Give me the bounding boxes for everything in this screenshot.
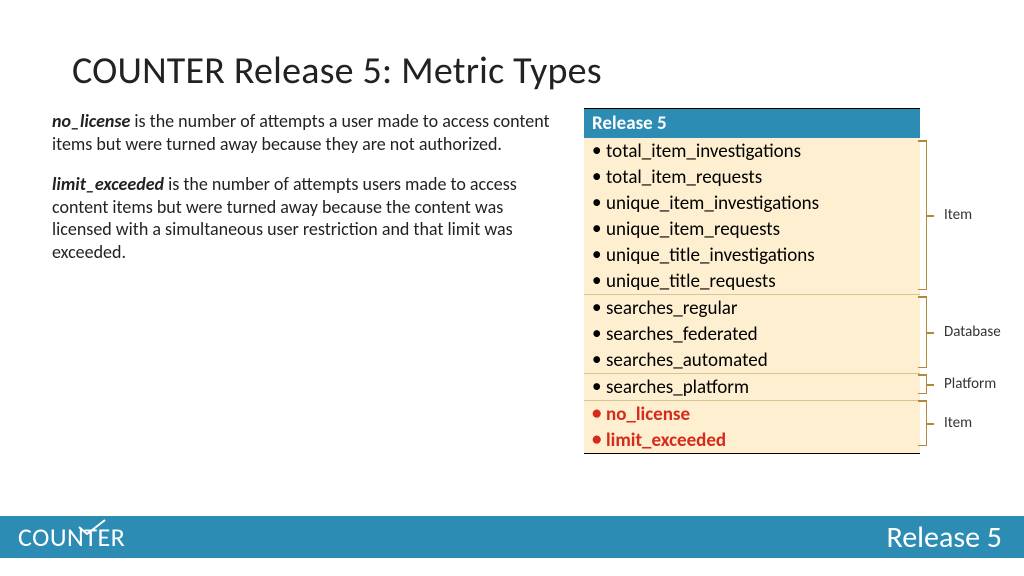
metric-item: total_item_requests [584,164,920,190]
metric-group: searches_regularsearches_federatedsearch… [584,295,920,374]
group-bracket [926,400,927,446]
metric-item: total_item_investigations [584,138,920,164]
metric-item: limit_exceeded [584,427,920,453]
metric-item: unique_item_requests [584,216,920,242]
slide-title: COUNTER Release 5: Metric Types [72,48,602,94]
group-label: Item [944,414,972,432]
group-label: Platform [944,375,996,393]
group-bracket [926,140,927,290]
footer-release-text: Release 5 [886,519,1002,556]
metric-item: unique_item_investigations [584,190,920,216]
logo-text: COUNTER [18,521,125,553]
metric-group: no_licenselimit_exceeded [584,401,920,453]
metric-table-header: Release 5 [584,108,920,138]
desc-paragraph-2: limit_exceeded is the number of attempts… [52,173,552,263]
term-no-license: no_license [52,110,130,132]
metric-item: searches_platform [584,374,920,400]
group-label: Item [944,206,972,224]
group-bracket [926,296,927,368]
footer-bar: COUNTER Release 5 [0,516,1024,558]
metric-item: unique_title_investigations [584,242,920,268]
desc-paragraph-1: no_license is the number of attempts a u… [52,110,552,155]
metric-table-body: total_item_investigationstotal_item_requ… [584,138,920,454]
metric-item: unique_title_requests [584,268,920,294]
metric-group: total_item_investigationstotal_item_requ… [584,138,920,295]
metric-group: searches_platform [584,374,920,401]
group-label: Database [944,323,1001,341]
group-bracket [926,374,927,394]
metric-item: no_license [584,401,920,427]
description-block: no_license is the number of attempts a u… [52,110,552,281]
metric-item: searches_federated [584,321,920,347]
logo-checkmark-icon [78,519,106,535]
term-limit-exceeded: limit_exceeded [52,173,164,195]
metric-item: searches_automated [584,347,920,373]
metric-item: searches_regular [584,295,920,321]
metric-table: Release 5 total_item_investigationstotal… [584,108,920,454]
counter-logo: COUNTER [18,521,125,553]
